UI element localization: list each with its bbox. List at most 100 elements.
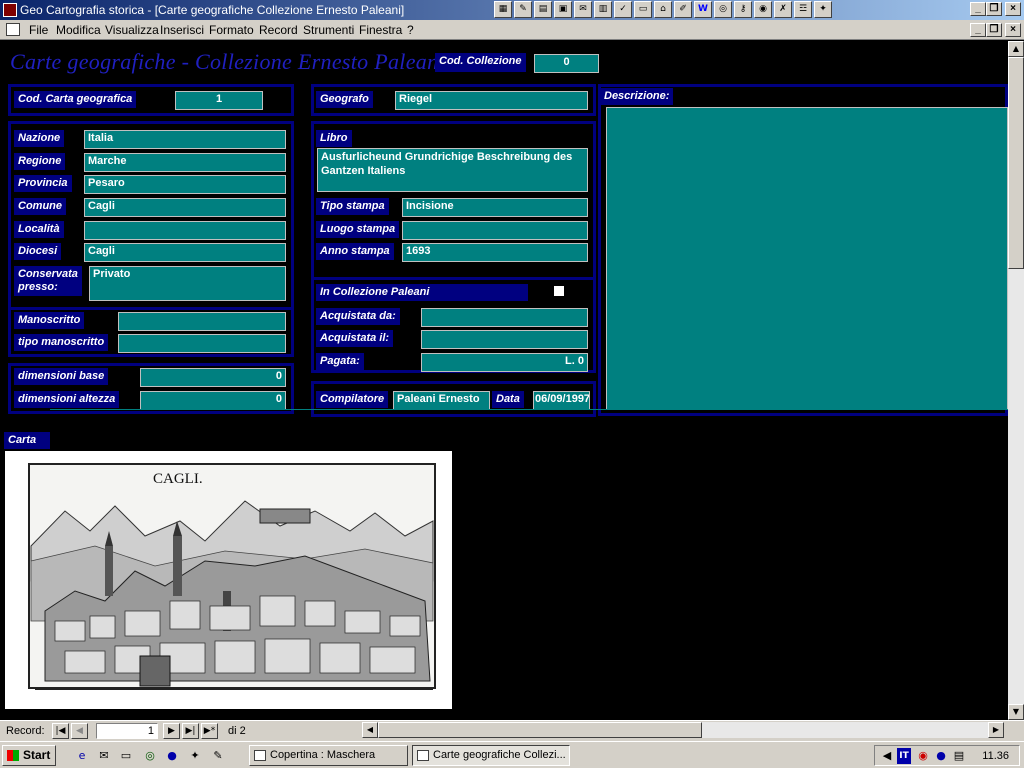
quicklaunch-app-icon[interactable]: ✦ bbox=[187, 748, 203, 764]
nazione-field[interactable]: Italia bbox=[84, 130, 286, 149]
dim-altezza-field[interactable]: 0 bbox=[140, 391, 286, 410]
office-shortcut-icon[interactable]: ▦ bbox=[494, 1, 512, 18]
office-shortcut-icon[interactable]: ☲ bbox=[794, 1, 812, 18]
menu-strumenti[interactable]: Strumenti bbox=[303, 23, 354, 37]
minimize-button[interactable]: _ bbox=[970, 2, 986, 16]
dim-base-field[interactable]: 0 bbox=[140, 368, 286, 387]
carta-divider bbox=[50, 409, 1008, 410]
menu-visualizza[interactable]: Visualizza bbox=[105, 23, 159, 37]
outlook-express-icon[interactable]: ✉ bbox=[96, 748, 112, 764]
document-icon[interactable] bbox=[6, 23, 20, 36]
tray-app-icon[interactable]: ● bbox=[933, 748, 949, 764]
record-number-input[interactable]: 1 bbox=[96, 723, 158, 739]
office-shortcut-icon[interactable]: ▤ bbox=[534, 1, 552, 18]
doc-minimize-button[interactable]: _ bbox=[970, 23, 986, 37]
office-shortcut-icon[interactable]: ◎ bbox=[714, 1, 732, 18]
office-shortcut-icon[interactable]: W bbox=[694, 1, 712, 18]
office-shortcut-icon[interactable]: ⚷ bbox=[734, 1, 752, 18]
menu-modifica[interactable]: Modifica bbox=[56, 23, 101, 37]
geografo-label: Geografo bbox=[316, 91, 373, 108]
restore-button[interactable]: ❐ bbox=[986, 2, 1002, 16]
vertical-scrollbar[interactable]: ▲ ▼ bbox=[1008, 41, 1024, 720]
diocesi-field[interactable]: Cagli bbox=[84, 243, 286, 262]
manoscritto-field[interactable] bbox=[118, 312, 286, 331]
first-record-button[interactable]: |◀ bbox=[52, 723, 69, 739]
anno-stampa-field[interactable]: 1693 bbox=[402, 243, 588, 262]
luogo-stampa-field[interactable] bbox=[402, 221, 588, 240]
office-shortcut-icon[interactable]: ▥ bbox=[594, 1, 612, 18]
office-shortcut-icon[interactable]: ⌂ bbox=[654, 1, 672, 18]
office-shortcut-icon[interactable]: ▭ bbox=[634, 1, 652, 18]
next-record-button[interactable]: ▶ bbox=[163, 723, 180, 739]
carta-image[interactable]: CAGLI. bbox=[5, 451, 452, 709]
data-field[interactable]: 06/09/1997 bbox=[533, 391, 590, 410]
acquistata-il-field[interactable] bbox=[421, 330, 588, 349]
comune-field[interactable]: Cagli bbox=[84, 198, 286, 217]
scroll-up-button[interactable]: ▲ bbox=[1008, 41, 1024, 57]
window-title-bar[interactable]: Geo Cartografia storica - [Carte geograf… bbox=[0, 0, 1024, 20]
window-title: Geo Cartografia storica - [Carte geograf… bbox=[20, 3, 405, 17]
start-button[interactable]: Start bbox=[2, 745, 56, 766]
office-shortcut-icon[interactable]: ✗ bbox=[774, 1, 792, 18]
horizontal-scrollbar[interactable]: ◀ ▶ bbox=[362, 722, 1004, 738]
quicklaunch-app-icon[interactable]: ◎ bbox=[142, 748, 158, 764]
acquistata-da-field[interactable] bbox=[421, 308, 588, 327]
tipo-stampa-field[interactable]: Incisione bbox=[402, 198, 588, 217]
windows-logo-icon bbox=[7, 750, 19, 761]
volume-icon[interactable]: ◀ bbox=[879, 748, 895, 764]
menu-record[interactable]: Record bbox=[259, 23, 298, 37]
messenger-icon[interactable]: ● bbox=[164, 748, 180, 764]
tipo-manoscritto-field[interactable] bbox=[118, 334, 286, 353]
descrizione-field[interactable] bbox=[606, 107, 1008, 410]
provincia-field[interactable]: Pesaro bbox=[84, 175, 286, 194]
office-shortcut-icon[interactable]: ✦ bbox=[814, 1, 832, 18]
quicklaunch-app-icon[interactable]: ✎ bbox=[210, 748, 226, 764]
start-label: Start bbox=[23, 748, 51, 762]
office-shortcut-icon[interactable]: ✓ bbox=[614, 1, 632, 18]
scroll-down-button[interactable]: ▼ bbox=[1008, 704, 1024, 720]
localita-field[interactable] bbox=[84, 221, 286, 240]
doc-restore-button[interactable]: ❐ bbox=[986, 23, 1002, 37]
prev-record-button[interactable]: ◀ bbox=[71, 723, 88, 739]
geografo-field[interactable]: Riegel bbox=[395, 91, 588, 110]
menu-formato[interactable]: Formato bbox=[209, 23, 254, 37]
network-icon[interactable]: ▤ bbox=[951, 748, 967, 764]
office-shortcut-icon[interactable]: ✐ bbox=[674, 1, 692, 18]
compilatore-field[interactable]: Paleani Ernesto bbox=[393, 391, 490, 410]
cod-collezione-field[interactable]: 0 bbox=[534, 54, 599, 73]
tray-app-icon[interactable]: ◉ bbox=[915, 748, 931, 764]
close-button[interactable]: × bbox=[1005, 2, 1021, 16]
menu-finestra[interactable]: Finestra bbox=[359, 23, 402, 37]
task-carte-geografiche[interactable]: Carte geografiche Collezi... bbox=[412, 745, 570, 766]
conservata-field[interactable]: Privato bbox=[89, 266, 286, 301]
manoscritto-label: Manoscritto bbox=[14, 312, 85, 329]
last-record-button[interactable]: ▶| bbox=[182, 723, 199, 739]
menu-help[interactable]: ? bbox=[407, 23, 414, 37]
internet-explorer-icon[interactable]: e bbox=[74, 748, 90, 764]
pagata-field[interactable]: L. 0 bbox=[421, 353, 588, 372]
anno-stampa-label: Anno stampa bbox=[316, 243, 394, 260]
horizontal-scroll-thumb[interactable] bbox=[378, 722, 702, 738]
scroll-left-button[interactable]: ◀ bbox=[362, 722, 378, 738]
task-copertina[interactable]: Copertina : Maschera bbox=[249, 745, 408, 766]
menu-file[interactable]: File bbox=[29, 23, 48, 37]
in-collezione-checkbox[interactable] bbox=[554, 286, 564, 296]
menu-inserisci[interactable]: Inserisci bbox=[160, 23, 204, 37]
libro-field[interactable]: Ausfurlicheund Grundrichige Beschreibung… bbox=[317, 148, 588, 192]
doc-close-button[interactable]: × bbox=[1005, 23, 1021, 37]
office-shortcut-icon[interactable]: ✉ bbox=[574, 1, 592, 18]
office-shortcut-icon[interactable]: ▣ bbox=[554, 1, 572, 18]
office-shortcut-icon[interactable]: ◉ bbox=[754, 1, 772, 18]
new-record-button[interactable]: ▶* bbox=[201, 723, 218, 739]
regione-field[interactable]: Marche bbox=[84, 153, 286, 172]
language-indicator[interactable]: IT bbox=[897, 748, 911, 764]
descrizione-label: Descrizione: bbox=[600, 88, 674, 105]
office-shortcut-icon[interactable]: ✎ bbox=[514, 1, 532, 18]
cod-carta-field[interactable]: 1 bbox=[175, 91, 263, 110]
vertical-scroll-thumb[interactable] bbox=[1008, 57, 1024, 269]
scroll-right-button[interactable]: ▶ bbox=[988, 722, 1004, 738]
luogo-stampa-label: Luogo stampa bbox=[316, 221, 400, 238]
app-icon[interactable] bbox=[3, 3, 17, 17]
desktop-icon[interactable]: ▭ bbox=[118, 748, 134, 764]
nazione-label: Nazione bbox=[14, 130, 65, 147]
